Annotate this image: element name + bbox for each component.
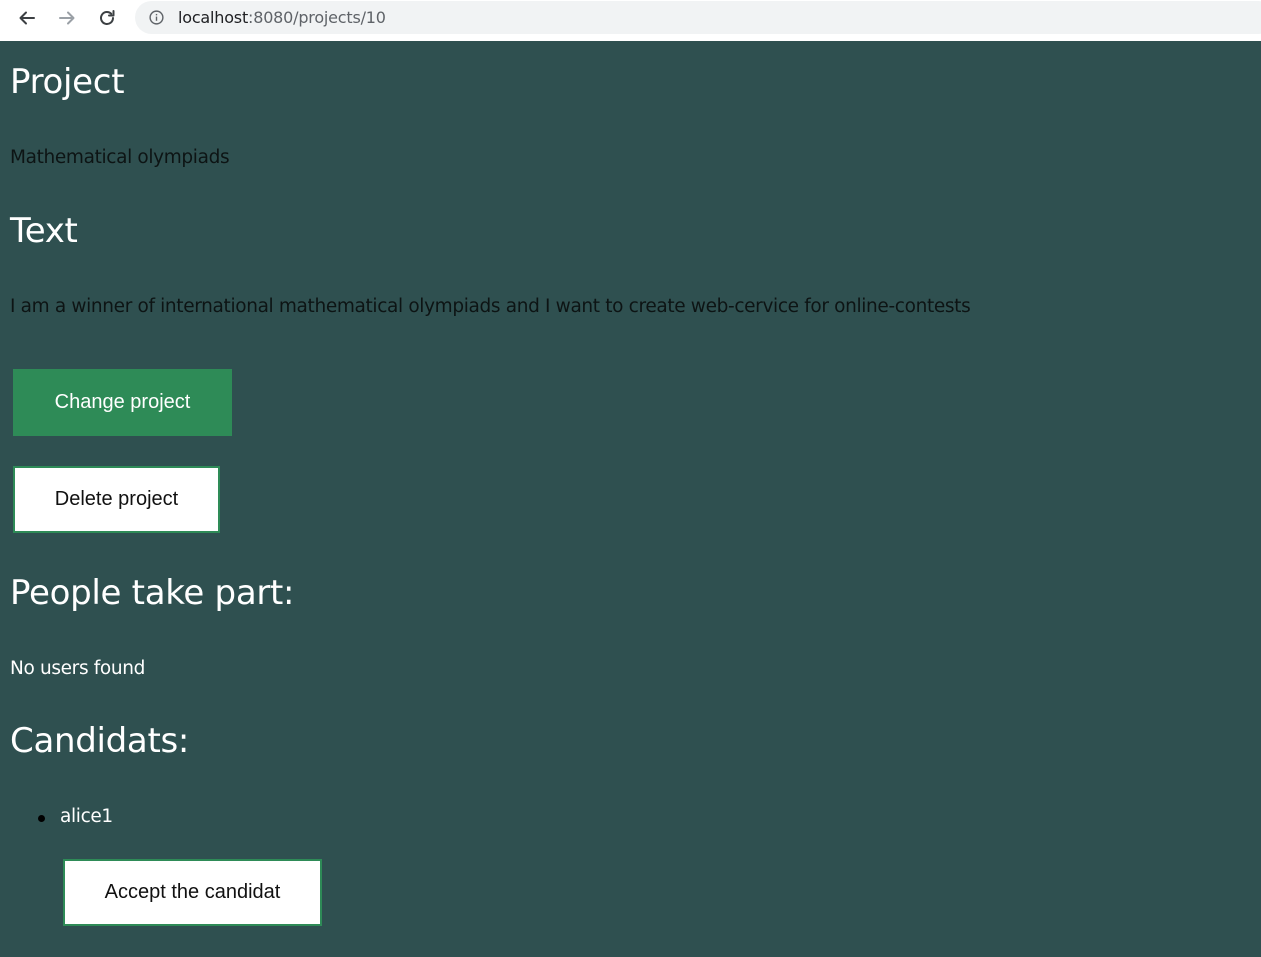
url-host: localhost — [178, 8, 249, 27]
page-content: Project Mathematical olympiads Text I am… — [0, 41, 1261, 957]
url-path: :8080/projects/10 — [248, 8, 386, 27]
participants-heading: People take part: — [10, 573, 295, 613]
browser-toolbar: localhost:8080/projects/10 — [0, 0, 1261, 41]
text-heading: Text — [10, 211, 78, 251]
accept-candidate-button[interactable]: Accept the candidat — [63, 859, 322, 926]
back-arrow-icon[interactable] — [14, 5, 40, 31]
change-project-button[interactable]: Change project — [13, 369, 232, 436]
candidates-heading: Candidats: — [10, 721, 190, 761]
forward-arrow-icon[interactable] — [54, 5, 80, 31]
project-name: Mathematical olympiads — [10, 147, 230, 168]
address-text[interactable]: localhost:8080/projects/10 — [178, 8, 386, 27]
candidate-name: alice1 — [60, 806, 113, 827]
bullet-icon — [38, 815, 45, 822]
no-users-text: No users found — [10, 658, 146, 679]
info-icon[interactable] — [149, 10, 164, 25]
address-bar[interactable]: localhost:8080/projects/10 — [135, 1, 1261, 34]
reload-icon[interactable] — [94, 5, 120, 31]
project-description: I am a winner of international mathemati… — [10, 296, 971, 317]
delete-project-button[interactable]: Delete project — [13, 466, 220, 533]
project-heading: Project — [10, 62, 125, 102]
